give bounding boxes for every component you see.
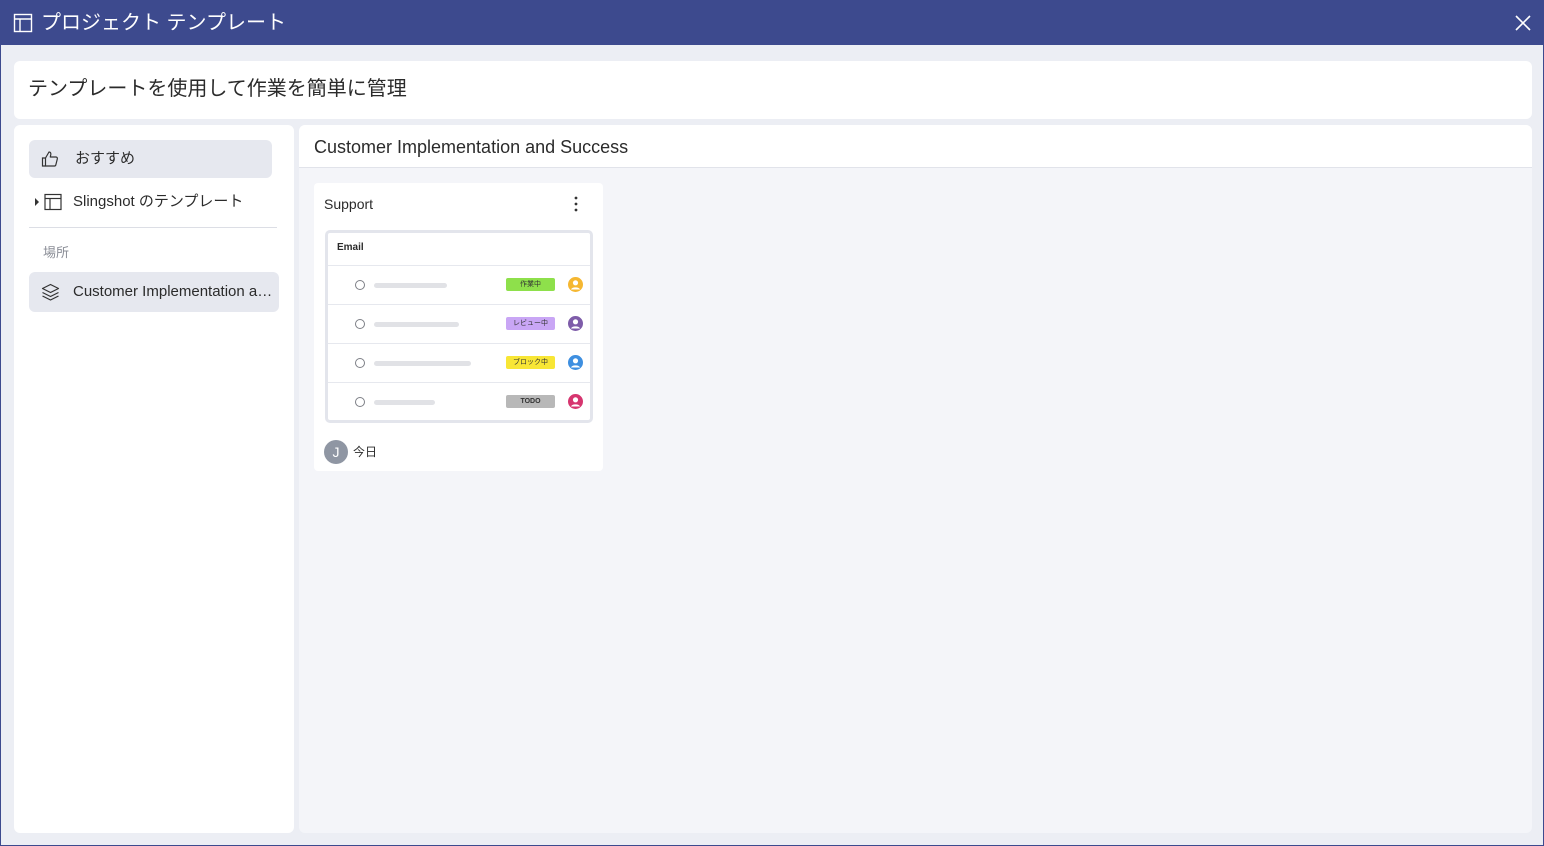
template-icon bbox=[13, 13, 33, 33]
avatar-icon bbox=[568, 394, 583, 409]
sidebar-item-label: おすすめ bbox=[75, 150, 136, 167]
preview-row: レビュー中 bbox=[328, 304, 590, 342]
preview-row: ブロック中 bbox=[328, 343, 590, 381]
status-tag: レビュー中 bbox=[506, 317, 555, 330]
radio-icon bbox=[355, 319, 365, 329]
template-card[interactable]: Support Email 作業中 レビュー中 ブロック中 TODO J 今日 bbox=[314, 183, 603, 471]
sidebar-item-label: Customer Implementation and Success bbox=[73, 283, 273, 300]
avatar-icon bbox=[568, 316, 583, 331]
more-options-icon[interactable] bbox=[569, 194, 583, 214]
layers-icon bbox=[41, 283, 60, 301]
preview-row: TODO bbox=[328, 382, 590, 420]
avatar-icon bbox=[568, 277, 583, 292]
placeholder-bar bbox=[374, 283, 447, 288]
main-title: Customer Implementation and Success bbox=[314, 137, 629, 157]
placeholder-bar bbox=[374, 400, 435, 405]
sidebar-divider bbox=[29, 227, 277, 228]
headline-banner: テンプレートを使用して作業を簡単に管理 bbox=[14, 61, 1532, 119]
close-icon[interactable] bbox=[1513, 13, 1533, 33]
project-template-window: プロジェクト テンプレート テンプレートを使用して作業を簡単に管理 おすすめ S… bbox=[0, 0, 1544, 846]
sidebar: おすすめ Slingshot のテンプレート 場所 Customer Imple… bbox=[14, 125, 294, 833]
template-card-title: Support bbox=[324, 196, 374, 212]
updated-date: 今日 bbox=[353, 445, 378, 459]
template-icon bbox=[44, 193, 62, 211]
sidebar-item-recommended[interactable]: おすすめ bbox=[29, 140, 272, 178]
placeholder-bar bbox=[374, 361, 471, 366]
status-tag: 作業中 bbox=[506, 278, 555, 291]
radio-icon bbox=[355, 280, 365, 290]
title-bar: プロジェクト テンプレート bbox=[1, 1, 1543, 45]
caret-right-icon[interactable] bbox=[34, 197, 40, 207]
status-tag: ブロック中 bbox=[506, 356, 555, 369]
headline-text: テンプレートを使用して作業を簡単に管理 bbox=[28, 78, 407, 100]
preview-header: Email bbox=[337, 242, 364, 253]
radio-icon bbox=[355, 397, 365, 407]
sidebar-item-label: Slingshot のテンプレート bbox=[73, 193, 244, 210]
locations-section-label: 場所 bbox=[43, 245, 70, 260]
sidebar-item-slingshot-templates[interactable]: Slingshot のテンプレート bbox=[29, 185, 279, 219]
preview-row: 作業中 bbox=[328, 265, 590, 303]
window-title: プロジェクト テンプレート bbox=[41, 12, 286, 34]
template-preview: Email 作業中 レビュー中 ブロック中 TODO bbox=[325, 230, 593, 423]
main-panel: Customer Implementation and Success Supp… bbox=[299, 125, 1532, 833]
placeholder-bar bbox=[374, 322, 459, 327]
status-tag: TODO bbox=[506, 395, 555, 408]
avatar: J bbox=[324, 440, 348, 464]
thumbs-up-icon bbox=[41, 151, 58, 167]
sidebar-item-customer-implementation[interactable]: Customer Implementation and Success bbox=[29, 272, 279, 312]
radio-icon bbox=[355, 358, 365, 368]
avatar-icon bbox=[568, 355, 583, 370]
main-header: Customer Implementation and Success bbox=[299, 125, 1532, 168]
